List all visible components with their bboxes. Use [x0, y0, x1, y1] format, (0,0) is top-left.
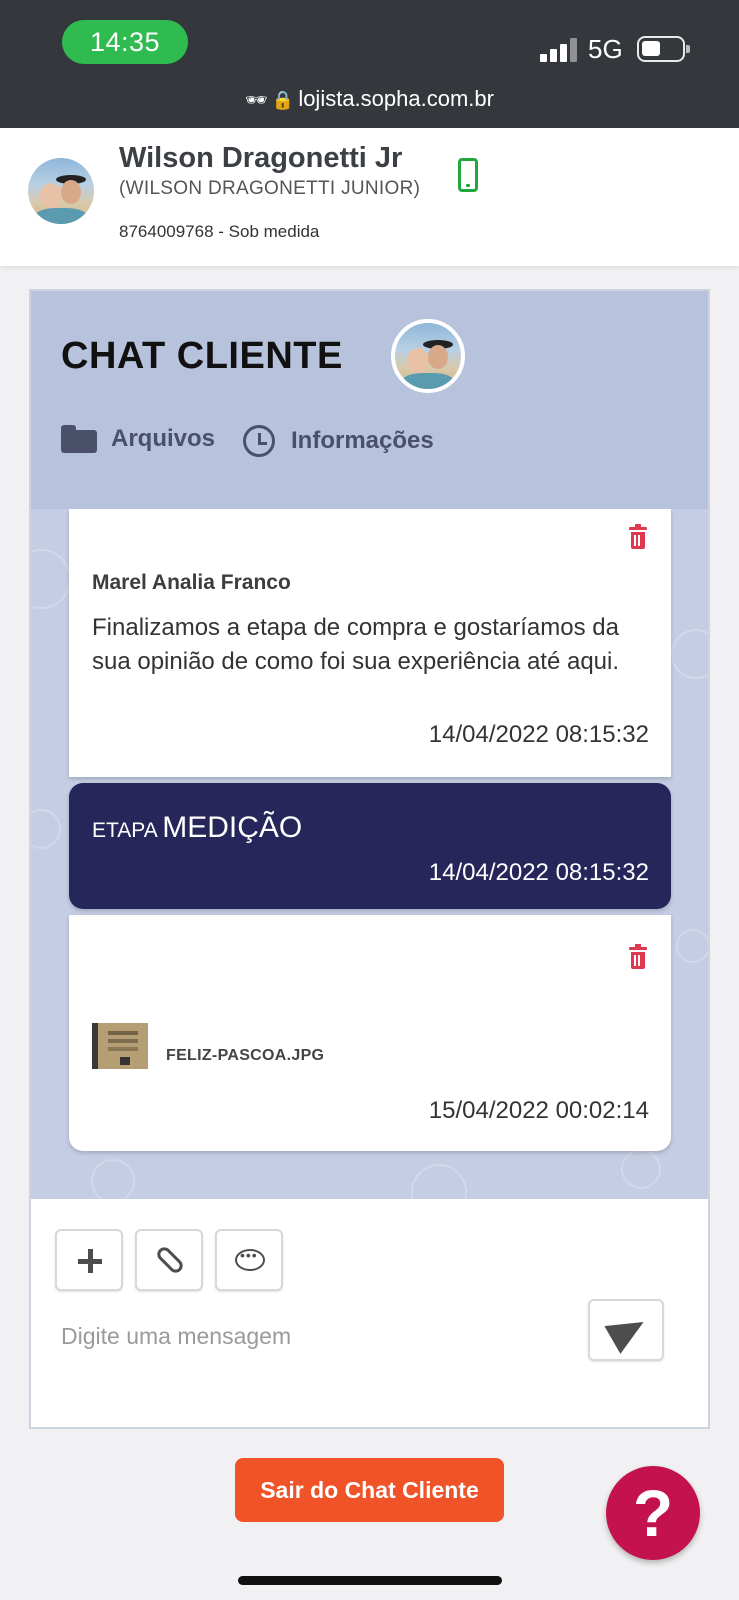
- message-timestamp: 15/04/2022 00:02:14: [428, 1097, 649, 1124]
- trash-icon[interactable]: [629, 944, 647, 969]
- chat-header: CHAT CLIENTE Arquivos Informações: [31, 291, 708, 509]
- stage-label: ETAPA MEDIÇÃO: [92, 811, 302, 845]
- status-time: 14:35: [62, 20, 188, 64]
- customer-legal-name: (WILSON DRAGONETTI JUNIOR): [119, 178, 421, 199]
- stage-name: MEDIÇÃO: [162, 811, 303, 844]
- stage-prefix: ETAPA: [92, 819, 158, 842]
- message-input[interactable]: [61, 1307, 561, 1365]
- home-indicator[interactable]: [238, 1576, 502, 1585]
- paperclip-icon: [154, 1244, 186, 1276]
- tab-information[interactable]: Informações: [243, 425, 434, 457]
- message-card: Marel Analia Franco Finalizamos a etapa …: [69, 509, 671, 777]
- add-button[interactable]: [55, 1229, 123, 1291]
- exit-chat-button[interactable]: Sair do Chat Cliente: [235, 1458, 504, 1522]
- mobile-phone-icon[interactable]: [458, 158, 478, 192]
- stage-message: ETAPA MEDIÇÃO 14/04/2022 08:15:32: [69, 783, 671, 909]
- chat-panel: CHAT CLIENTE Arquivos Informações Marel …: [29, 289, 710, 1429]
- message-timestamp: 14/04/2022 08:15:32: [428, 859, 649, 886]
- status-bar: 14:35 5G 🕶 🔒 lojista.sopha.com.br: [0, 0, 739, 128]
- url-bar[interactable]: 🕶 🔒 lojista.sopha.com.br: [0, 86, 739, 112]
- customer-avatar: [28, 158, 94, 224]
- incognito-icon: 🕶: [245, 90, 268, 110]
- url-text: lojista.sopha.com.br: [298, 86, 494, 111]
- battery-icon: [637, 36, 690, 62]
- customer-header: Wilson Dragonetti Jr (WILSON DRAGONETTI …: [0, 128, 739, 266]
- quick-reply-button[interactable]: [215, 1229, 283, 1291]
- attach-button[interactable]: [135, 1229, 203, 1291]
- tab-files-label: Arquivos: [111, 425, 216, 452]
- file-message: FELIZ-PASCOA.JPG 15/04/2022 00:02:14: [69, 915, 671, 1151]
- message-author: Marel Analia Franco: [92, 571, 291, 594]
- tab-files[interactable]: Arquivos: [61, 425, 215, 453]
- send-icon: [604, 1308, 652, 1354]
- chat-bubble-icon: [235, 1247, 265, 1271]
- folder-icon: [61, 425, 97, 453]
- lock-icon: 🔒: [271, 90, 295, 110]
- message-composer: [31, 1199, 708, 1427]
- send-button[interactable]: [588, 1299, 664, 1361]
- file-name[interactable]: FELIZ-PASCOA.JPG: [166, 1047, 324, 1065]
- chat-messages[interactable]: Marel Analia Franco Finalizamos a etapa …: [31, 509, 708, 1199]
- file-thumbnail[interactable]: [92, 1023, 148, 1069]
- network-type: 5G: [588, 34, 623, 64]
- customer-code: 8764009768 - Sob medida: [119, 222, 320, 241]
- clock-icon: [243, 425, 275, 457]
- trash-icon[interactable]: [629, 524, 647, 549]
- message-text: Finalizamos a etapa de compra e gostaría…: [92, 614, 620, 675]
- tab-information-label: Informações: [291, 427, 434, 454]
- customer-name: Wilson Dragonetti Jr: [119, 142, 403, 174]
- message-timestamp: 14/04/2022 08:15:32: [428, 721, 649, 748]
- chat-avatar: [391, 319, 465, 393]
- help-button[interactable]: ?: [606, 1466, 700, 1560]
- signal-icon: [540, 38, 578, 62]
- chat-title: CHAT CLIENTE: [61, 335, 343, 377]
